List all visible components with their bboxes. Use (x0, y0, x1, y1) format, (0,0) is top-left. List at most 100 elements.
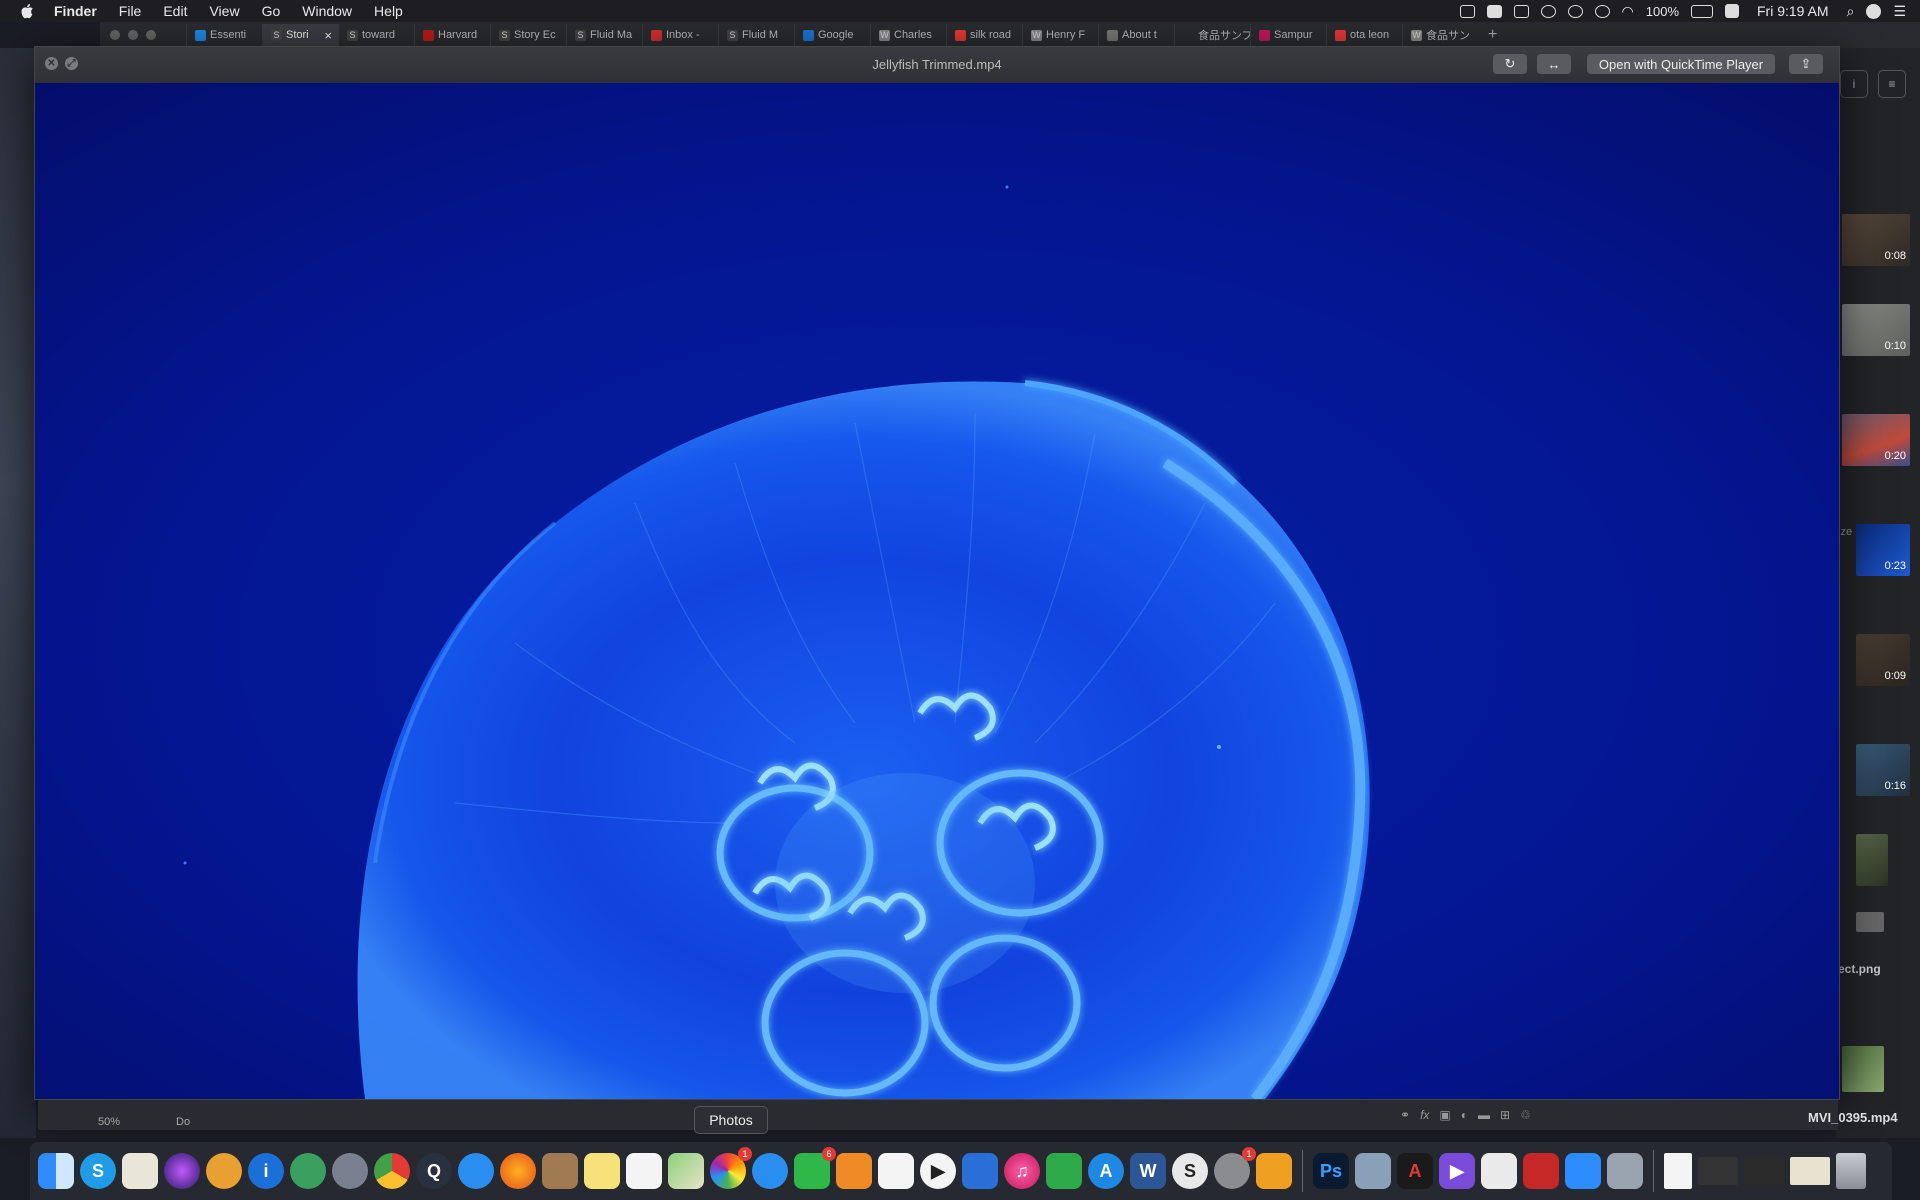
imovie-icon[interactable]: ▶ (1439, 1153, 1475, 1189)
browser-tab[interactable]: Google (794, 24, 870, 46)
mask-icon[interactable]: ▣ (1439, 1108, 1450, 1122)
battery-icon[interactable] (1691, 4, 1713, 18)
apple-menu-icon[interactable] (20, 3, 36, 19)
minimized-window-icon[interactable] (1790, 1157, 1830, 1185)
skype-icon[interactable]: S (80, 1153, 116, 1189)
browser-tab[interactable]: W Charles (870, 24, 946, 46)
fx-icon[interactable]: fx (1420, 1108, 1429, 1122)
menu-window[interactable]: Window (302, 3, 352, 19)
sketchbook-icon[interactable] (1256, 1153, 1292, 1189)
video-thumbnail[interactable]: 0:23 (1856, 524, 1910, 576)
open-with-quicktime-button[interactable]: Open with QuickTime Player (1587, 54, 1775, 74)
browser-tab[interactable]: Sampur (1250, 24, 1326, 46)
wifi-icon[interactable]: ◠ (1622, 3, 1634, 20)
close-tab-icon[interactable]: × (324, 28, 332, 43)
browser-tab[interactable]: Stoward (338, 24, 414, 46)
browser-tab[interactable]: W 食品サン (1402, 24, 1478, 46)
zoom-icon[interactable] (1565, 1153, 1601, 1189)
adjustment-icon[interactable]: ◐ (1461, 1108, 1468, 1122)
info-icon[interactable]: i (1840, 70, 1868, 98)
notification-center-icon[interactable]: ☰ (1893, 3, 1906, 20)
browser-tab[interactable]: S Fluid Ma (566, 24, 642, 46)
new-layer-icon[interactable]: ⊞ (1500, 1108, 1510, 1122)
browser-tab[interactable]: About t (1098, 24, 1174, 46)
menu-file[interactable]: File (119, 3, 142, 19)
cyberduck-icon[interactable] (206, 1153, 242, 1189)
messages-icon[interactable] (752, 1153, 788, 1189)
browser-tab[interactable]: W Henry F (1022, 24, 1098, 46)
facetime-icon[interactable]: 6 (794, 1147, 836, 1189)
menu-app-name[interactable]: Finder (54, 3, 97, 19)
video-player-icon[interactable]: ▶ (920, 1153, 956, 1189)
finder-icon[interactable] (38, 1153, 74, 1189)
accessibility-icon[interactable] (1459, 4, 1475, 18)
siri-icon[interactable] (1866, 3, 1882, 19)
safari-icon[interactable] (458, 1153, 494, 1189)
menu-view[interactable]: View (209, 3, 239, 19)
photo-thumbnail[interactable] (1842, 1046, 1884, 1092)
itunes-icon[interactable]: ♫ (1004, 1153, 1040, 1189)
acrobat-icon[interactable]: A (1397, 1153, 1433, 1189)
video-thumbnail[interactable]: 0:09 (1856, 634, 1910, 686)
preview-icon[interactable] (1355, 1153, 1391, 1189)
folder-icon[interactable]: ▬ (1478, 1108, 1490, 1122)
browser-tab[interactable]: S Fluid M (718, 24, 794, 46)
close-window-button[interactable] (110, 30, 120, 40)
browser-tab[interactable]: Inbox - (642, 24, 718, 46)
launchpad-icon[interactable] (332, 1153, 368, 1189)
scrivener-s-icon[interactable]: S (1172, 1153, 1208, 1189)
word-icon[interactable]: W (1130, 1153, 1166, 1189)
browser-tab[interactable]: S Stori × (262, 24, 338, 46)
document-icon[interactable] (1664, 1153, 1692, 1189)
system-preferences-icon[interactable]: 1 (1214, 1147, 1256, 1189)
spotlight-search-icon[interactable]: ⌕ (1847, 3, 1855, 20)
video-thumbnail[interactable]: 0:16 (1856, 744, 1910, 796)
scrivener-icon[interactable] (1046, 1153, 1082, 1189)
trim-button[interactable]: ↔ (1537, 54, 1571, 74)
menubar-clock[interactable]: Fri 9:19 AM (1757, 3, 1829, 19)
new-tab-button[interactable]: + (1488, 26, 1497, 44)
minimize-window-button[interactable] (128, 30, 138, 40)
notefile-icon[interactable] (542, 1153, 578, 1189)
camera-icon[interactable] (1486, 4, 1502, 18)
zoom-window-button[interactable] (146, 30, 156, 40)
browser-tab[interactable]: silk road (946, 24, 1022, 46)
photos-icon[interactable]: 1 (710, 1147, 752, 1189)
pages-icon[interactable] (836, 1153, 872, 1189)
quicktime-icon[interactable]: Q (416, 1153, 452, 1189)
browser-tab[interactable]: Harvard (414, 24, 490, 46)
archive-utility-icon[interactable] (1607, 1153, 1643, 1189)
browser-tab[interactable]: S Story Ec (490, 24, 566, 46)
browser-tab[interactable]: ota leon (1326, 24, 1402, 46)
video-thumbnail[interactable]: 0:08 (1842, 214, 1910, 266)
time-machine-icon[interactable] (1594, 4, 1610, 18)
input-source-icon[interactable] (1725, 4, 1739, 18)
menu-help[interactable]: Help (374, 3, 403, 19)
creative-cloud-icon[interactable] (1540, 4, 1556, 18)
menu-edit[interactable]: Edit (163, 3, 187, 19)
keynote-icon[interactable] (962, 1153, 998, 1189)
stickies-icon[interactable] (584, 1153, 620, 1189)
chrome-icon[interactable] (374, 1153, 410, 1189)
maps-icon[interactable] (668, 1153, 704, 1189)
globe-app-icon[interactable] (290, 1153, 326, 1189)
photo-booth-icon[interactable] (1523, 1153, 1559, 1189)
photo-thumbnail[interactable] (1856, 912, 1884, 932)
reminders-icon[interactable] (626, 1153, 662, 1189)
minimized-window-icon[interactable] (1744, 1157, 1784, 1185)
numbers-icon[interactable] (878, 1153, 914, 1189)
siri-icon[interactable] (164, 1153, 200, 1189)
minimized-window-icon[interactable] (1698, 1157, 1738, 1185)
battery-percent[interactable]: 100% (1646, 4, 1679, 19)
app-store-icon[interactable]: A (1088, 1153, 1124, 1189)
link-icon[interactable]: ⚭ (1400, 1108, 1410, 1122)
evernote-icon[interactable] (1481, 1153, 1517, 1189)
rotate-button[interactable]: ↻ (1493, 54, 1527, 74)
browser-tab[interactable]: 食品サンプル (1174, 24, 1250, 46)
video-preview[interactable] (35, 83, 1839, 1099)
browser-tab[interactable]: Essenti (186, 24, 262, 46)
photo-thumbnail[interactable] (1856, 834, 1888, 886)
share-button[interactable]: ⇪ (1789, 54, 1823, 74)
trash-icon[interactable] (1836, 1153, 1866, 1189)
firefox-icon[interactable] (500, 1153, 536, 1189)
